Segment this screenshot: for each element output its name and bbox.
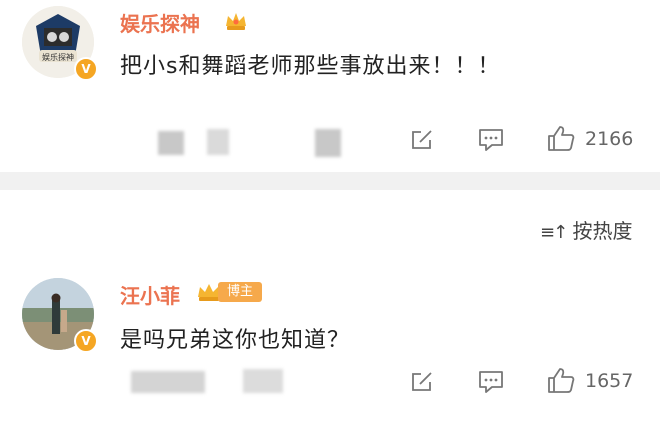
share-icon[interactable] xyxy=(410,128,436,152)
sort-button[interactable]: ≡↑ 按热度 xyxy=(540,215,633,244)
blogger-badge: 博主 xyxy=(196,280,266,304)
blogger-badge-label: 博主 xyxy=(218,282,262,302)
comment-username[interactable]: 汪小菲 xyxy=(120,280,180,309)
sort-label: 按热度 xyxy=(572,219,633,243)
like-icon[interactable] xyxy=(546,366,576,394)
comment-icon[interactable] xyxy=(477,127,505,153)
verified-badge-icon: V xyxy=(74,57,98,81)
like-icon[interactable] xyxy=(546,124,576,152)
like-count: 2166 xyxy=(585,128,634,150)
redacted-content xyxy=(131,371,205,393)
crown-icon xyxy=(226,13,246,30)
like-count: 1657 xyxy=(585,370,634,392)
comment-username[interactable]: 娱乐探神 xyxy=(120,8,200,37)
section-divider xyxy=(0,172,660,190)
redacted-content xyxy=(315,129,341,157)
redacted-content xyxy=(243,369,283,393)
comment-text: 把小s和舞蹈老师那些事放出来！！！ xyxy=(120,54,501,79)
verified-badge-icon: V xyxy=(74,329,98,353)
redacted-content xyxy=(207,129,229,155)
sort-icon: ≡↑ xyxy=(540,222,568,243)
redacted-content xyxy=(158,131,184,155)
comment-text: 是吗兄弟这你也知道？ xyxy=(120,328,351,353)
comment-icon[interactable] xyxy=(477,369,505,395)
share-icon[interactable] xyxy=(410,370,436,394)
